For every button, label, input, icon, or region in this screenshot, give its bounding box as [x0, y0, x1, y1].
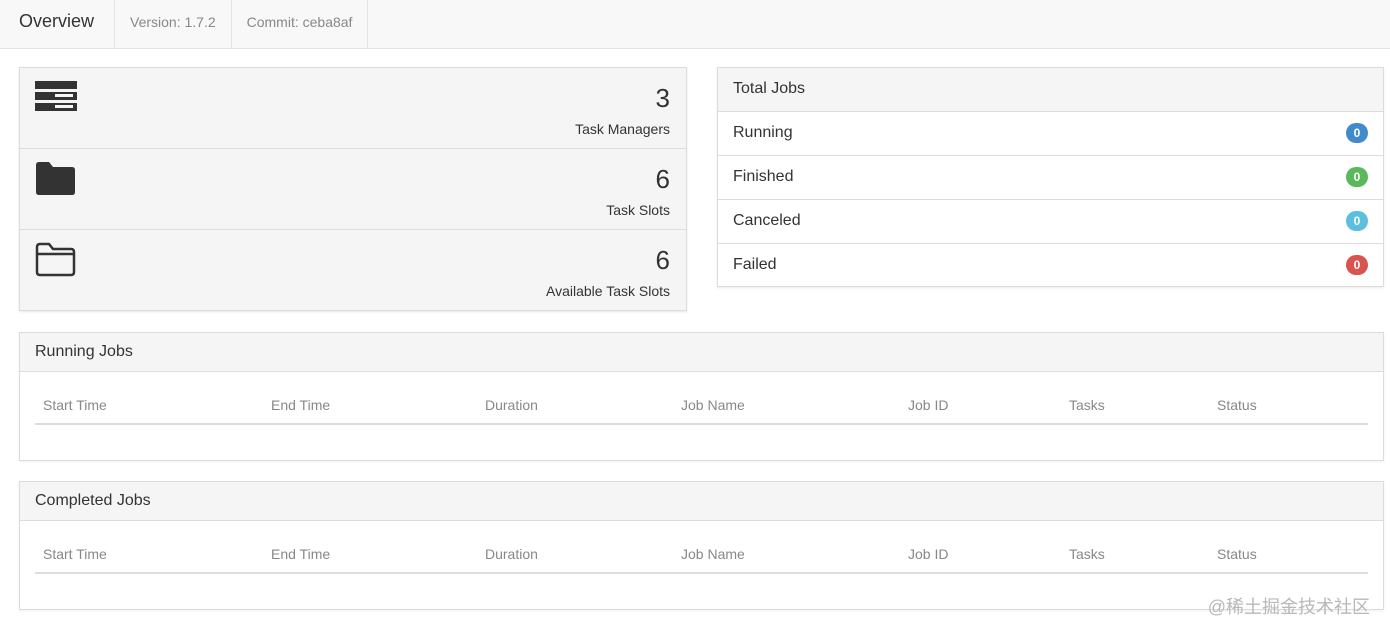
- finished-jobs-row[interactable]: Finished 0: [718, 156, 1383, 200]
- failed-jobs-row[interactable]: Failed 0: [718, 244, 1383, 287]
- running-jobs-panel: Running Jobs Start Time End Time Duratio…: [19, 332, 1384, 461]
- available-task-slots-stat: 6 Available Task Slots: [20, 230, 686, 311]
- col-job-name[interactable]: Job Name: [681, 397, 745, 413]
- page-title: Overview: [0, 0, 115, 48]
- running-jobs-title: Running Jobs: [20, 333, 1383, 372]
- server-icon: [35, 79, 79, 120]
- total-jobs-panel: Total Jobs Running 0 Finished 0 Canceled…: [717, 67, 1384, 287]
- col-end-time[interactable]: End Time: [271, 397, 330, 413]
- canceled-label: Canceled: [733, 212, 801, 229]
- completed-jobs-panel: Completed Jobs Start Time End Time Durat…: [19, 481, 1384, 610]
- completed-jobs-title: Completed Jobs: [20, 482, 1383, 521]
- col-status[interactable]: Status: [1217, 546, 1257, 562]
- col-duration[interactable]: Duration: [485, 546, 538, 562]
- watermark: @稀土掘金技术社区: [1207, 597, 1370, 617]
- running-jobs-row[interactable]: Running 0: [718, 112, 1383, 156]
- top-bar: Overview Version: 1.7.2 Commit: ceba8af: [0, 0, 1390, 49]
- col-job-id[interactable]: Job ID: [908, 546, 948, 562]
- running-label: Running: [733, 124, 793, 141]
- col-start-time[interactable]: Start Time: [43, 546, 107, 562]
- running-jobs-table-header: Start Time End Time Duration Job Name Jo…: [35, 372, 1368, 425]
- overview-stats-panel: 3 Task Managers 6 Task Slots 6 Available…: [19, 67, 687, 311]
- total-jobs-title: Total Jobs: [718, 68, 1383, 112]
- task-slots-count: 6: [655, 164, 670, 194]
- col-end-time[interactable]: End Time: [271, 546, 330, 562]
- task-slots-label: Task Slots: [606, 202, 670, 218]
- commit-label: Commit: ceba8af: [232, 0, 369, 48]
- available-task-slots-count: 6: [655, 245, 670, 275]
- col-tasks[interactable]: Tasks: [1069, 397, 1105, 413]
- col-job-name[interactable]: Job Name: [681, 546, 745, 562]
- task-managers-stat: 3 Task Managers: [20, 68, 686, 149]
- col-start-time[interactable]: Start Time: [43, 397, 107, 413]
- folder-filled-icon: [35, 160, 79, 205]
- canceled-count-badge: 0: [1346, 211, 1368, 231]
- available-task-slots-label: Available Task Slots: [546, 283, 670, 299]
- canceled-jobs-row[interactable]: Canceled 0: [718, 200, 1383, 244]
- finished-label: Finished: [733, 168, 794, 185]
- col-duration[interactable]: Duration: [485, 397, 538, 413]
- failed-count-badge: 0: [1346, 255, 1368, 275]
- running-count-badge: 0: [1346, 123, 1368, 143]
- version-label: Version: 1.7.2: [115, 0, 232, 48]
- completed-jobs-table-header: Start Time End Time Duration Job Name Jo…: [35, 521, 1368, 574]
- task-slots-stat: 6 Task Slots: [20, 149, 686, 230]
- finished-count-badge: 0: [1346, 167, 1368, 187]
- col-job-id[interactable]: Job ID: [908, 397, 948, 413]
- failed-label: Failed: [733, 256, 777, 273]
- folder-open-icon: [35, 241, 79, 286]
- col-tasks[interactable]: Tasks: [1069, 546, 1105, 562]
- task-managers-label: Task Managers: [575, 121, 670, 137]
- task-managers-count: 3: [655, 83, 670, 113]
- col-status[interactable]: Status: [1217, 397, 1257, 413]
